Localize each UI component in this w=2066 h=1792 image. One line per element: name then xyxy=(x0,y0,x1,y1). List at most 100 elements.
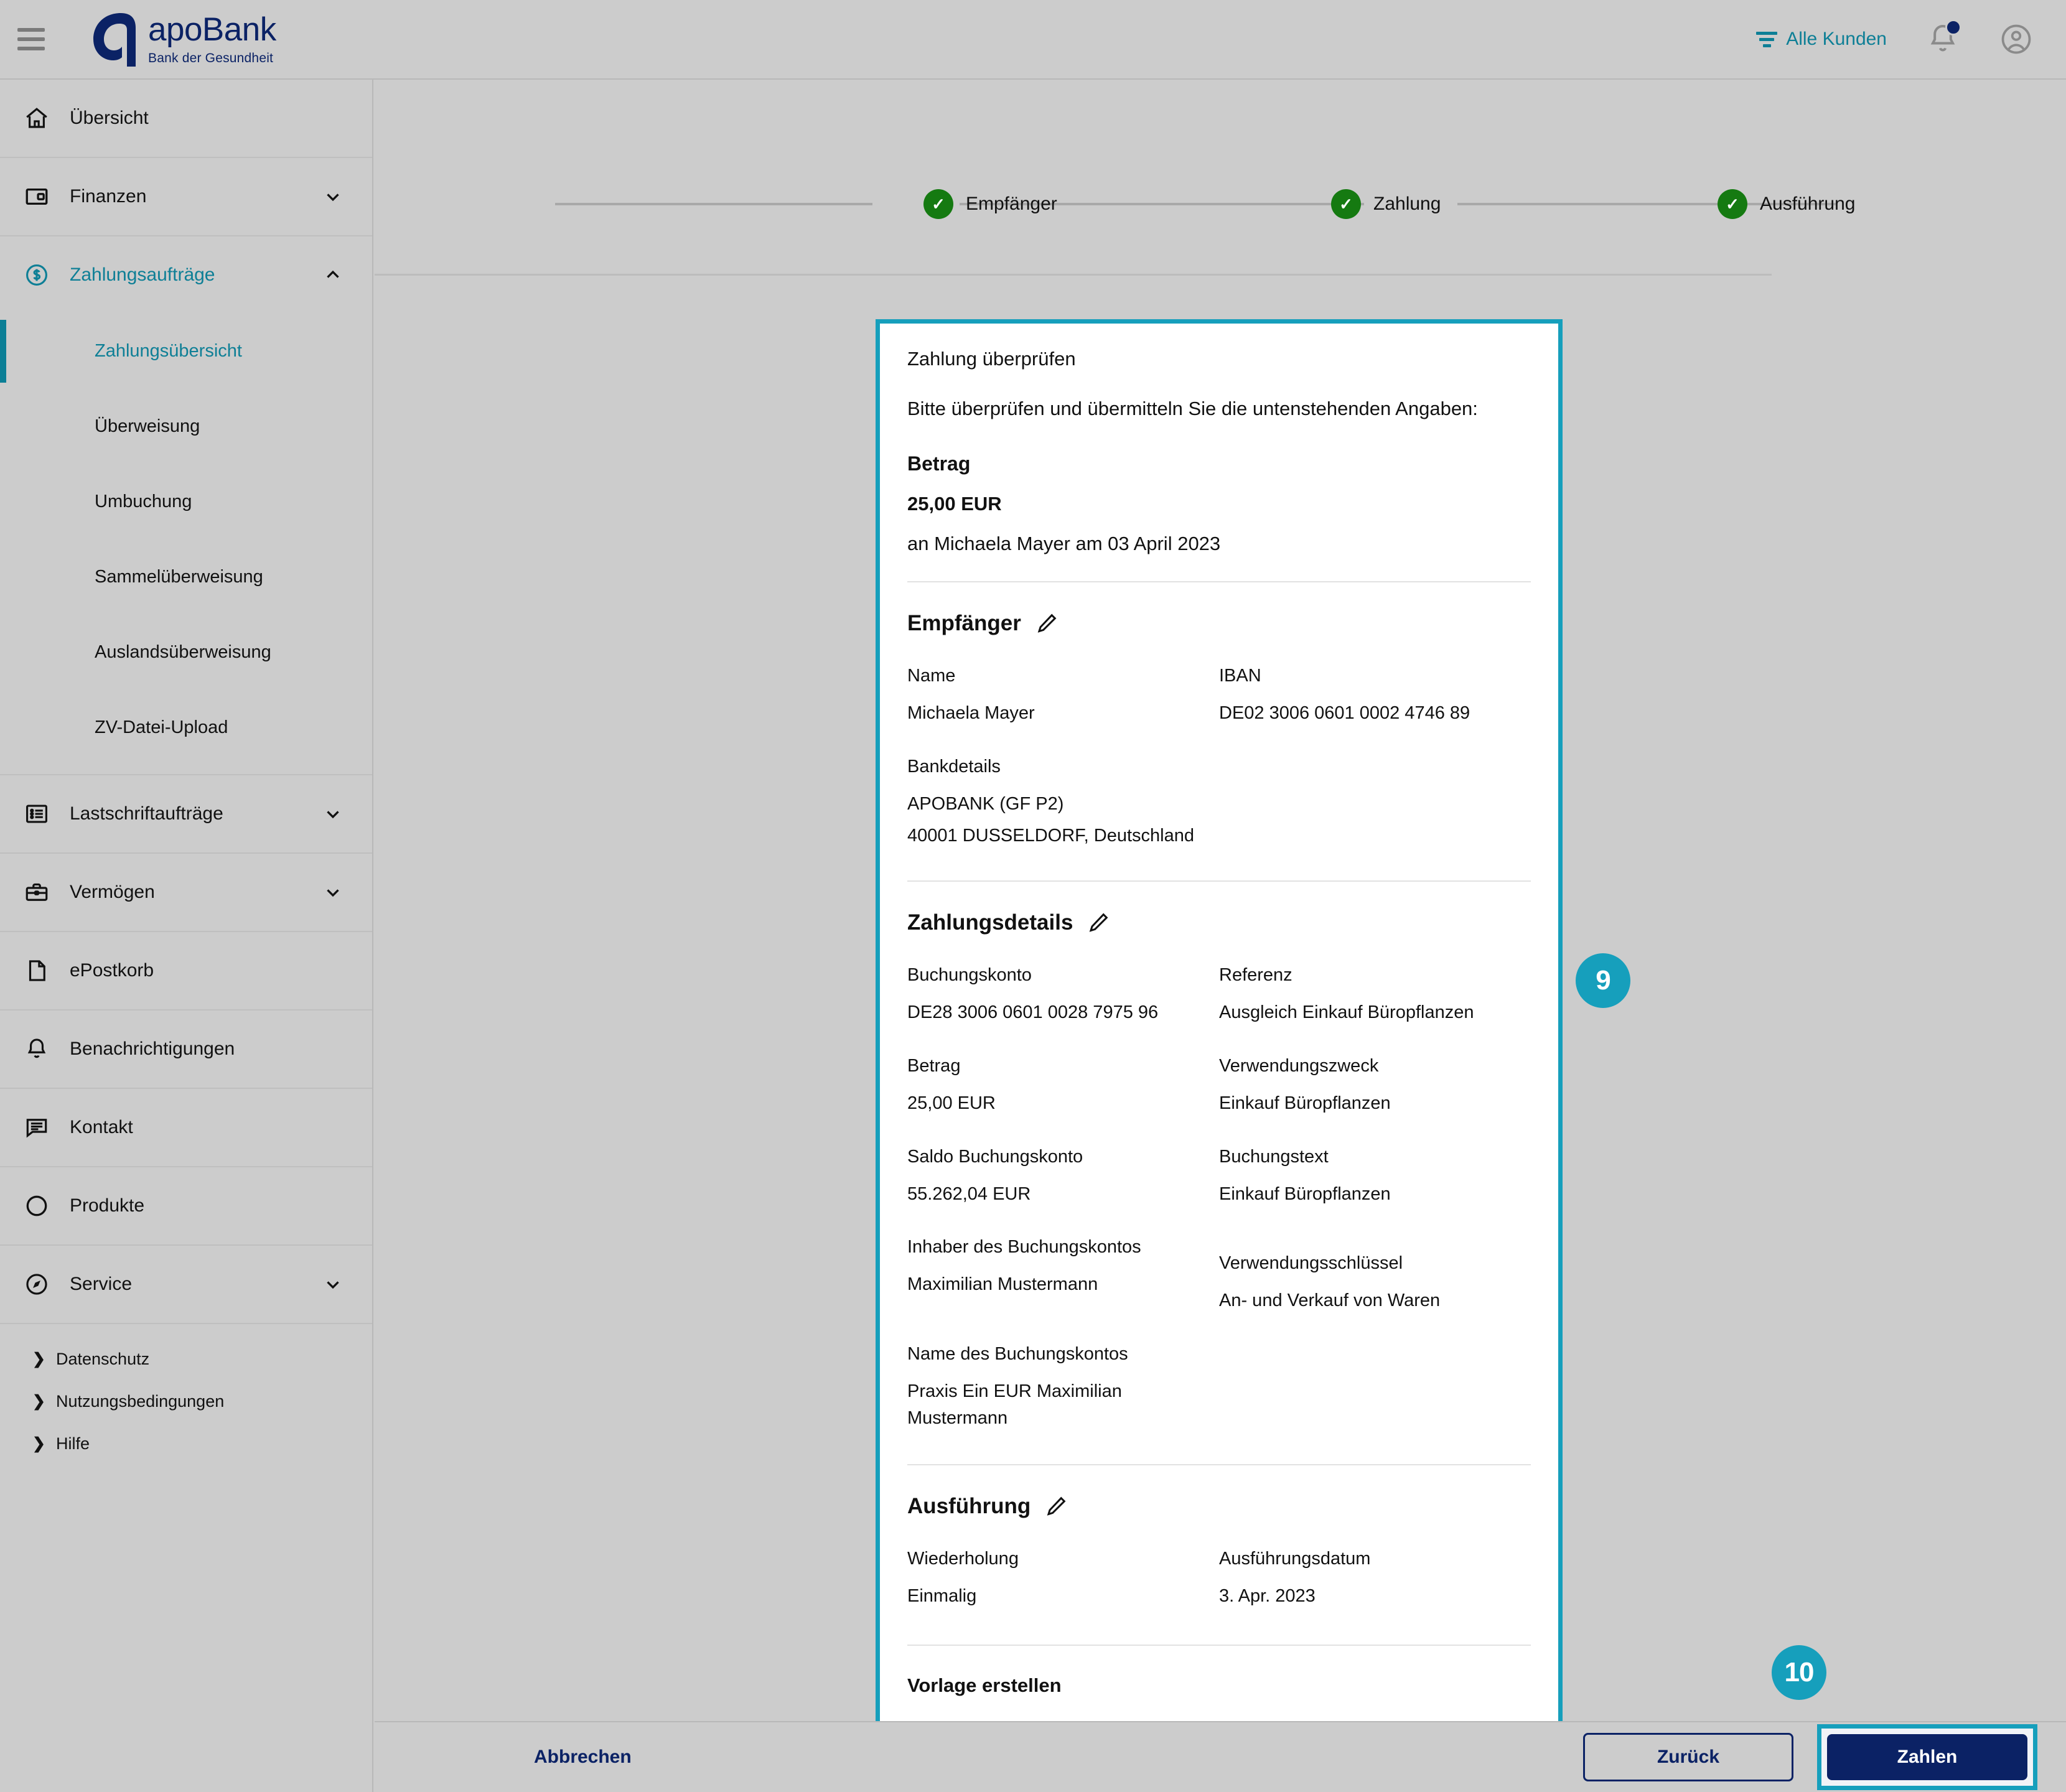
payment-details-grid: Buchungskonto DE28 3006 0601 0028 7975 9… xyxy=(907,935,1531,1432)
stepper-step-zahlung[interactable]: ✓ Zahlung xyxy=(1331,189,1441,219)
stepper-connector-line xyxy=(555,203,872,205)
sidebar-item-label: Übersicht xyxy=(70,108,149,128)
briefcase-icon xyxy=(24,879,60,905)
hamburger-bar xyxy=(17,28,45,32)
field-value: DE02 3006 0601 0002 4746 89 xyxy=(1219,703,1470,723)
field-value: Ausgleich Einkauf Büropflanzen xyxy=(1219,1002,1474,1022)
field-verwendungsschluessel: Verwendungsschlüssel An- und Verkauf von… xyxy=(1219,1207,1531,1314)
legal-link-datenschutz[interactable]: ❯ Datenschutz xyxy=(32,1338,372,1380)
field-value: DE28 3006 0601 0028 7975 96 xyxy=(907,1002,1159,1022)
home-icon xyxy=(24,105,60,131)
apobank-logo-icon xyxy=(86,11,137,68)
sidebar-subitem-zv-datei-upload[interactable]: ZV-Datei-Upload xyxy=(0,690,372,765)
field-value: APOBANK (GF P2) xyxy=(907,793,1064,814)
step-status-icon-check: ✓ xyxy=(1718,189,1747,219)
sidebar-item-produkte[interactable]: Produkte xyxy=(0,1167,372,1244)
sidebar-item-lastschriftauftraege[interactable]: Lastschriftaufträge xyxy=(0,775,372,852)
annotation-badge-9: 9 xyxy=(1576,953,1630,1008)
pay-button[interactable]: Zahlen xyxy=(1827,1734,2027,1780)
legal-link-nutzungsbedingungen[interactable]: ❯ Nutzungsbedingungen xyxy=(32,1380,372,1422)
sidebar-subitem-zahlungsuebersicht[interactable]: Zahlungsübersicht xyxy=(0,314,372,389)
compass-icon xyxy=(24,1271,60,1297)
sidebar-subitem-ueberweisung[interactable]: Überweisung xyxy=(0,389,372,464)
field-label: Bankdetails xyxy=(907,756,1001,777)
sidebar-subitem-label: Überweisung xyxy=(95,416,200,436)
nav-group-epostkorb: ePostkorb xyxy=(0,932,372,1010)
chevron-right-icon: ❯ xyxy=(32,1350,45,1368)
template-section-title: Vorlage erstellen xyxy=(907,1674,1062,1697)
field-value: 25,00 EUR xyxy=(907,1093,996,1113)
execution-section-header: Ausführung xyxy=(907,1465,1531,1519)
nav-group-vermoegen: Vermögen xyxy=(0,854,372,932)
legal-link-label: Nutzungsbedingungen xyxy=(56,1391,225,1411)
field-label: Wiederholung xyxy=(907,1549,1019,1569)
chevron-down-icon[interactable] xyxy=(322,803,344,824)
field-value: Michaela Mayer xyxy=(907,703,1035,723)
nav-group-benachrichtigungen: Benachrichtigungen xyxy=(0,1010,372,1089)
sidebar-item-label: Kontakt xyxy=(70,1117,133,1137)
sidebar-item-label: Benachrichtigungen xyxy=(70,1038,235,1059)
all-customers-button[interactable]: Alle Kunden xyxy=(1756,29,1887,50)
annotation-badge-10: 10 xyxy=(1772,1645,1826,1700)
sidebar-item-benachrichtigungen[interactable]: Benachrichtigungen xyxy=(0,1010,372,1088)
amount-label: Betrag xyxy=(907,452,971,475)
legal-link-label: Hilfe xyxy=(56,1434,90,1453)
sidebar-item-uebersicht[interactable]: Übersicht xyxy=(0,80,372,157)
chevron-right-icon: ❯ xyxy=(32,1393,45,1410)
payment-wizard-stepper: ✓ Empfänger ✓ Zahlung ✓ Ausführung 4 Übe… xyxy=(375,80,2066,219)
notifications-button[interactable] xyxy=(1925,19,1961,57)
field-betrag: Betrag 25,00 EUR xyxy=(907,1026,1219,1117)
field-label: Name xyxy=(907,666,956,686)
brand-name: apoBank xyxy=(148,11,276,48)
back-button[interactable]: Zurück xyxy=(1583,1733,1793,1781)
brand-logo-group[interactable]: apoBank Bank der Gesundheit xyxy=(86,11,276,68)
recipient-section: Empfänger Name Michaela Mayer IBAN DE02 … xyxy=(907,582,1531,849)
user-account-button[interactable] xyxy=(1999,22,2034,57)
sidebar-item-label: Produkte xyxy=(70,1195,145,1216)
field-wiederholung: Wiederholung Einmalig xyxy=(907,1519,1219,1610)
pencil-edit-icon[interactable] xyxy=(1044,1495,1068,1518)
sidebar-item-finanzen[interactable]: Finanzen xyxy=(0,158,372,235)
sidebar-item-zahlungsauftraege[interactable]: Zahlungsaufträge xyxy=(0,236,372,314)
wallet-icon xyxy=(24,184,60,210)
step-label: Zahlung xyxy=(1373,194,1441,214)
stepper-step-empfaenger[interactable]: ✓ Empfänger xyxy=(923,189,1057,219)
sidebar-item-vermoegen[interactable]: Vermögen xyxy=(0,854,372,931)
user-account-icon xyxy=(2001,24,2031,54)
brand-tagline: Bank der Gesundheit xyxy=(148,50,274,65)
field-verwendungszweck: Verwendungszweck Einkauf Büropflanzen xyxy=(1219,1026,1531,1117)
cancel-link[interactable]: Abbrechen xyxy=(534,1747,632,1768)
field-value: An- und Verkauf von Waren xyxy=(1219,1290,1441,1311)
filter-bar xyxy=(1762,44,1771,47)
sidebar-item-service[interactable]: Service xyxy=(0,1246,372,1323)
hamburger-menu-icon[interactable] xyxy=(17,22,52,57)
sidebar-subitem-label: Zahlungsübersicht xyxy=(95,341,242,361)
chat-icon xyxy=(24,1114,60,1141)
chevron-down-icon[interactable] xyxy=(322,1274,344,1295)
chevron-right-icon: ❯ xyxy=(32,1435,45,1452)
sidebar-subitem-auslandsueberweisung[interactable]: Auslandsüberweisung xyxy=(0,615,372,690)
bell-icon xyxy=(24,1036,60,1062)
sidebar-item-kontakt[interactable]: Kontakt xyxy=(0,1089,372,1166)
field-spacer xyxy=(1219,1314,1531,1432)
field-inhaber-buchungskonto: Inhaber des Buchungskontos Maximilian Mu… xyxy=(907,1207,1219,1314)
field-label: Ausführungsdatum xyxy=(1219,1549,1371,1569)
sidebar-subitem-sammelueberweisung[interactable]: Sammelüberweisung xyxy=(0,539,372,615)
chevron-down-icon[interactable] xyxy=(322,186,344,207)
amount-value: 25,00 EUR xyxy=(907,493,1002,515)
main-content-area: ✓ Empfänger ✓ Zahlung ✓ Ausführung 4 Übe… xyxy=(375,80,2066,1792)
pencil-edit-icon[interactable] xyxy=(1087,911,1110,935)
legal-link-hilfe[interactable]: ❯ Hilfe xyxy=(32,1422,372,1465)
step-label: Empfänger xyxy=(966,194,1057,214)
notification-indicator-dot xyxy=(1945,19,1961,35)
chevron-down-icon[interactable] xyxy=(322,882,344,903)
stepper-step-ausfuehrung[interactable]: ✓ Ausführung xyxy=(1718,189,1855,219)
sidebar-subitem-umbuchung[interactable]: Umbuchung xyxy=(0,464,372,539)
sidebar-item-epostkorb[interactable]: ePostkorb xyxy=(0,932,372,1009)
amount-recipient-date: an Michaela Mayer am 03 April 2023 xyxy=(907,533,1221,554)
chevron-up-icon[interactable] xyxy=(322,264,344,286)
field-name-buchungskonto: Name des Buchungskontos Praxis Ein EUR M… xyxy=(907,1314,1219,1432)
pencil-edit-icon[interactable] xyxy=(1035,612,1059,635)
field-saldo-buchungskonto: Saldo Buchungskonto 55.262,04 EUR xyxy=(907,1117,1219,1208)
recipient-fields-grid: Name Michaela Mayer IBAN DE02 3006 0601 … xyxy=(907,636,1531,849)
